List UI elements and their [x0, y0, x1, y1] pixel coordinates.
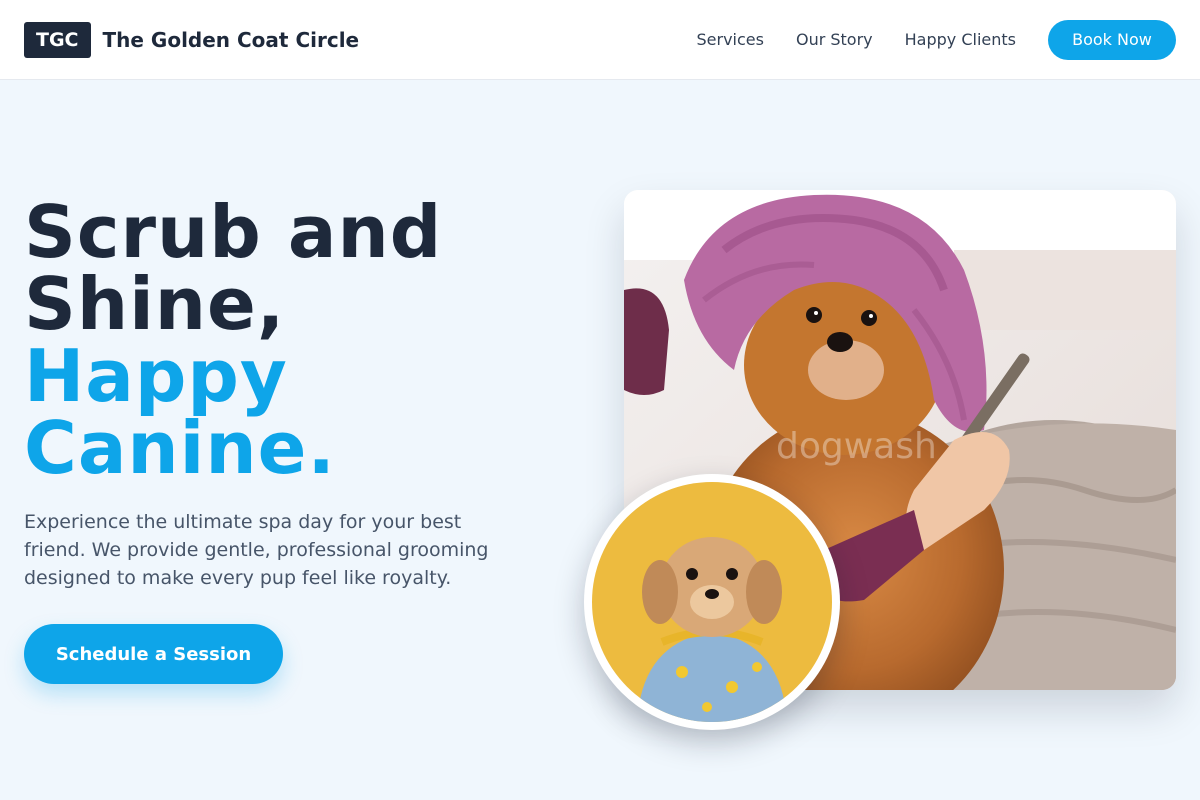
nav-link-services[interactable]: Services	[697, 30, 764, 49]
featured-dog-photo	[584, 474, 840, 730]
logo[interactable]: TGC	[24, 21, 91, 58]
hero-description: Experience the ultimate spa day for your…	[24, 511, 489, 589]
site-header: TGC The Golden Coat Circle Services Our …	[0, 0, 1200, 80]
brand[interactable]: TGC The Golden Coat Circle	[24, 21, 360, 58]
hero-title-line-3: Happy	[24, 334, 288, 418]
hero-title-line-1: Scrub and	[24, 190, 443, 274]
featured-dog-photo-inner	[592, 482, 832, 722]
photo-watermark: dogwash	[776, 426, 937, 467]
nav-link-happy-clients[interactable]: Happy Clients	[905, 30, 1016, 49]
schedule-session-button[interactable]: Schedule a Session	[24, 624, 283, 684]
hero-title-line-2: Shine,	[24, 262, 286, 346]
main-nav: Services Our Story Happy Clients Book No…	[697, 19, 1176, 60]
nav-link-our-story[interactable]: Our Story	[796, 30, 873, 49]
brand-name[interactable]: The Golden Coat Circle	[103, 28, 360, 52]
hero-title-line-4: Canine.	[24, 406, 336, 490]
book-now-button[interactable]: Book Now	[1048, 19, 1176, 60]
hero-title: Scrub and Shine, Happy Canine.	[24, 196, 442, 484]
